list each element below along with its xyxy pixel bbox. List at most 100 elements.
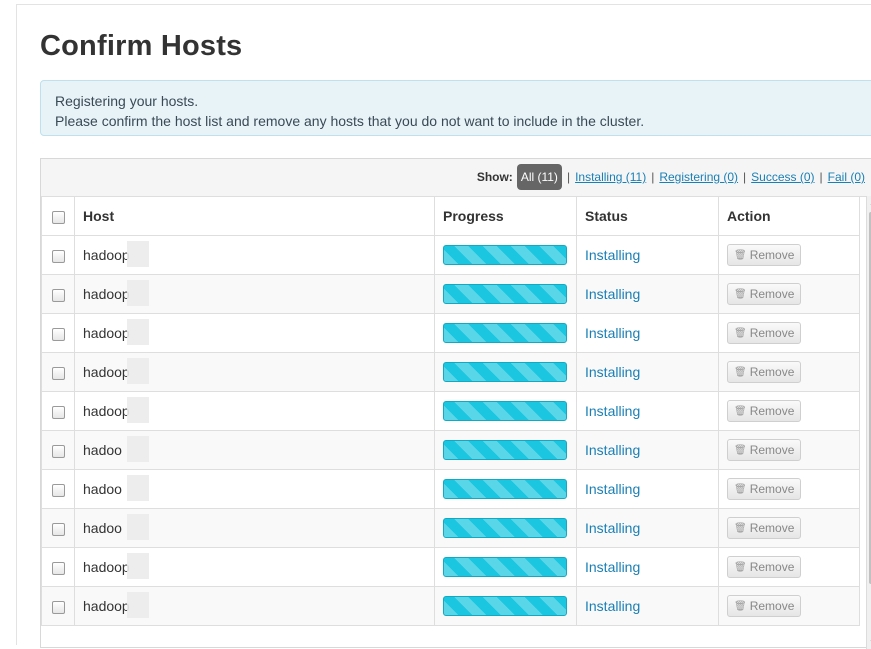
row-checkbox[interactable] [51,444,65,458]
host-name[interactable]: hadoo [83,442,122,458]
remove-button[interactable]: 🗑 Remove [727,283,802,305]
host-name[interactable]: hadoop [83,325,130,341]
host-cell: hadoo [74,508,435,548]
column-header-action: Action [718,196,860,236]
remove-button[interactable]: 🗑 Remove [727,478,802,500]
vertical-scrollbar[interactable]: ▲ ▼ [866,196,871,649]
remove-button[interactable]: 🗑 Remove [727,400,802,422]
action-cell: 🗑 Remove [718,430,860,470]
filter-success[interactable]: Success (0) [751,170,814,184]
progress-cell [434,586,577,626]
host-name[interactable]: hadoop [83,559,130,575]
row-checkbox[interactable] [51,522,65,536]
info-alert: Registering your hosts. Please confirm t… [40,80,871,136]
progress-bar [443,596,567,616]
row-checkbox-cell [41,313,75,353]
remove-button[interactable]: 🗑 Remove [727,322,802,344]
row-checkbox[interactable] [51,288,65,302]
status-link[interactable]: Installing [585,481,640,497]
host-cell: hadoop [74,313,435,353]
action-cell: 🗑 Remove [718,352,860,392]
status-filters: Show: All (11) | Installing (11) | Regis… [477,163,865,191]
select-all-cell [41,196,75,236]
host-name[interactable]: hadoop [83,364,130,380]
show-label: Show: [476,170,513,184]
remove-button[interactable]: 🗑 Remove [727,517,802,539]
status-cell: Installing [576,508,719,548]
row-checkbox-cell [41,391,75,431]
remove-button[interactable]: 🗑 Remove [727,439,802,461]
host-name[interactable]: hadoo [83,481,122,497]
row-checkbox[interactable] [51,327,65,341]
redaction-mask [127,436,149,462]
trash-icon: 🗑 [734,561,747,573]
status-link[interactable]: Installing [585,403,640,419]
host-name[interactable]: hadoop [83,286,130,302]
row-checkbox[interactable] [51,405,65,419]
redaction-mask [127,397,149,423]
row-checkbox-cell [41,547,75,587]
remove-button[interactable]: 🗑 Remove [727,361,802,383]
column-header-host[interactable]: Host [74,196,435,236]
row-checkbox-cell [41,469,75,509]
hosts-table-body: hadoop Installing 🗑 Remove hadoop Installing 🗑… [41,235,860,626]
progress-cell [434,313,577,353]
row-checkbox[interactable] [51,483,65,497]
filter-fail[interactable]: Fail (0) [828,170,865,184]
select-all-checkbox[interactable] [51,210,65,224]
remove-button[interactable]: 🗑 Remove [727,595,802,617]
remove-label: Remove [749,326,795,340]
trash-icon: 🗑 [734,444,747,456]
status-link[interactable]: Installing [585,442,640,458]
page-title: Confirm Hosts [40,30,243,62]
filter-installing[interactable]: Installing (11) [575,170,646,184]
redaction-mask [127,592,149,618]
remove-button[interactable]: 🗑 Remove [727,244,802,266]
remove-label: Remove [749,443,795,457]
column-header-progress: Progress [434,196,577,236]
redaction-mask [127,475,149,501]
hosts-table: Host Progress Status Action hadoop Instal… [41,196,860,626]
host-name[interactable]: hadoop [83,598,130,614]
trash-icon: 🗑 [734,483,747,495]
filter-separator: | [819,170,823,184]
status-cell: Installing [576,469,719,509]
progress-cell [434,508,577,548]
trash-icon: 🗑 [734,600,747,612]
status-cell: Installing [576,586,719,626]
progress-bar [443,245,567,265]
status-link[interactable]: Installing [585,286,640,302]
progress-bar [443,479,567,499]
action-cell: 🗑 Remove [718,508,860,548]
filter-registering[interactable]: Registering (0) [659,170,738,184]
host-name[interactable]: hadoop [83,403,130,419]
row-checkbox[interactable] [51,600,65,614]
host-name[interactable]: hadoo [83,520,122,536]
filter-all[interactable]: All (11) [516,164,562,190]
progress-cell [434,547,577,587]
progress-bar [443,401,567,421]
status-link[interactable]: Installing [585,598,640,614]
status-link[interactable]: Installing [585,364,640,380]
status-link[interactable]: Installing [585,325,640,341]
redaction-mask [127,514,149,540]
column-header-status[interactable]: Status [576,196,719,236]
row-checkbox[interactable] [51,366,65,380]
progress-cell [434,352,577,392]
row-checkbox[interactable] [51,249,65,263]
remove-label: Remove [749,365,795,379]
status-link[interactable]: Installing [585,520,640,536]
status-link[interactable]: Installing [585,559,640,575]
host-name[interactable]: hadoop [83,247,130,263]
status-link[interactable]: Installing [585,247,640,263]
row-checkbox[interactable] [51,561,65,575]
trash-icon: 🗑 [734,327,747,339]
alert-line-1: Registering your hosts. [55,93,199,109]
remove-button[interactable]: 🗑 Remove [727,556,802,578]
row-checkbox-cell [41,235,75,275]
progress-cell [434,469,577,509]
remove-label: Remove [749,560,795,574]
action-cell: 🗑 Remove [718,313,860,353]
trash-icon: 🗑 [734,249,747,261]
table-row: hadoo Installing 🗑 Remove [41,508,860,548]
